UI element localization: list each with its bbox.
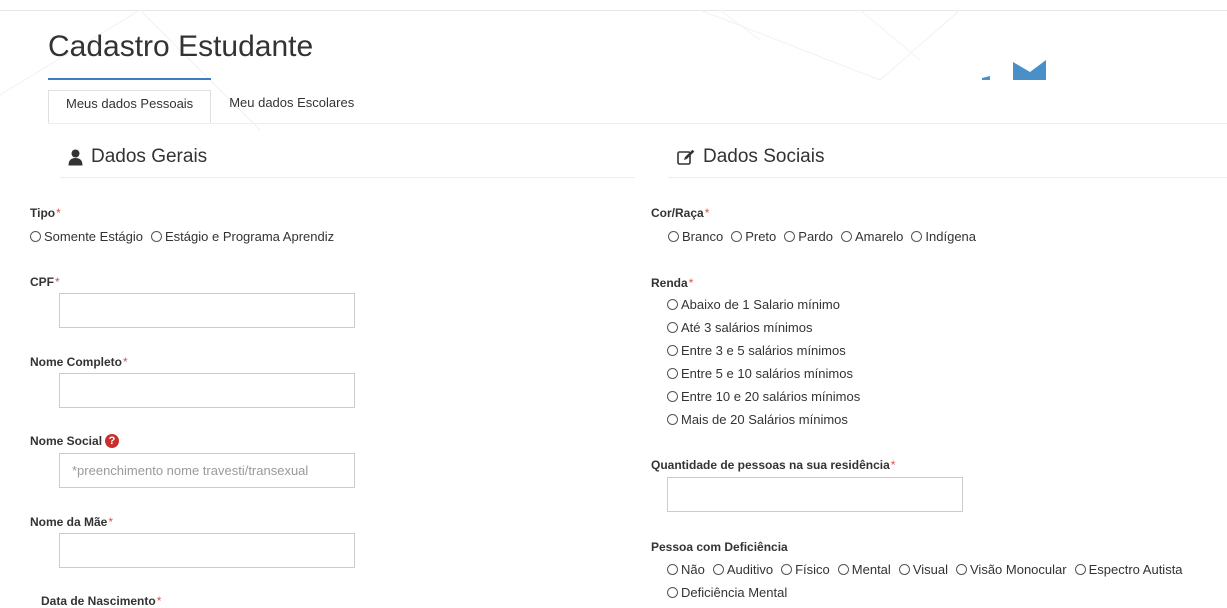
section-title: Dados Sociais: [703, 146, 825, 167]
radio-circle-icon[interactable]: [911, 231, 923, 242]
radio-fisico[interactable]: Físico: [781, 558, 830, 581]
radio-circle-icon[interactable]: [840, 231, 852, 242]
radio-circle-icon[interactable]: [667, 299, 678, 310]
radio-circle-icon[interactable]: [667, 587, 678, 598]
radio-visual[interactable]: Visual: [898, 558, 948, 581]
tabs-divider: [48, 123, 1227, 124]
qtd-pessoas-input[interactable]: [667, 477, 963, 512]
tab-meus-dados-pessoais[interactable]: Meus dados Pessoais: [48, 90, 212, 124]
nome-social-label: Nome Social?: [30, 434, 120, 448]
radio-estagio-programa-aprendiz[interactable]: Estágio e Programa Aprendiz: [151, 225, 334, 248]
radio-circle-icon[interactable]: [784, 231, 796, 242]
radio-circle-icon[interactable]: [712, 564, 724, 575]
top-rule: [0, 10, 1227, 11]
deficiencia-label: Pessoa com Deficiência: [651, 540, 788, 554]
cpf-input[interactable]: [59, 293, 355, 328]
radio-renda-option[interactable]: Entre 5 e 10 salários mínimos: [667, 362, 860, 385]
nome-completo-input[interactable]: [59, 373, 355, 408]
nome-completo-label: Nome Completo *: [30, 355, 128, 369]
radio-circle-icon[interactable]: [667, 414, 678, 425]
deficiencia-radio-group: Não Auditivo Físico Mental Visual Visão …: [667, 558, 1225, 604]
title-underline: [48, 78, 211, 80]
radio-circle-icon[interactable]: [837, 564, 849, 575]
radio-renda-option[interactable]: Entre 3 e 5 salários mínimos: [667, 339, 860, 362]
radio-circle-icon[interactable]: [956, 564, 967, 575]
radio-circle-icon[interactable]: [781, 564, 793, 575]
cpf-label: CPF *: [30, 275, 60, 289]
section-dados-sociais: Dados Sociais: [677, 146, 824, 168]
page-title: Cadastro Estudante: [48, 30, 314, 63]
radio-renda-option[interactable]: Até 3 salários mínimos: [667, 316, 860, 339]
cor-raca-radio-group: Branco Preto Pardo Amarelo Indígena: [668, 225, 984, 248]
radio-circle-icon[interactable]: [898, 564, 910, 575]
radio-pardo[interactable]: Pardo: [784, 225, 833, 248]
radio-circle-icon[interactable]: [30, 231, 41, 242]
radio-preto[interactable]: Preto: [731, 225, 776, 248]
radio-circle-icon[interactable]: [668, 231, 679, 242]
radio-auditivo[interactable]: Auditivo: [712, 558, 773, 581]
section-divider: [60, 177, 635, 178]
radio-renda-option[interactable]: Mais de 20 Salários mínimos: [667, 408, 860, 431]
nome-mae-label: Nome da Mãe *: [30, 515, 114, 529]
radio-nao[interactable]: Não: [667, 558, 705, 581]
radio-branco[interactable]: Branco: [668, 225, 723, 248]
question-circle-icon[interactable]: ?: [105, 434, 120, 448]
radio-circle-icon[interactable]: [731, 231, 743, 242]
radio-espectro-autista[interactable]: Espectro Autista: [1074, 558, 1183, 581]
radio-renda-option[interactable]: Abaixo de 1 Salario mínimo: [667, 293, 860, 316]
data-nascimento-label: Data de Nascimento*: [41, 594, 162, 608]
radio-circle-icon[interactable]: [1074, 564, 1086, 575]
nome-mae-input[interactable]: [59, 533, 355, 568]
radio-somente-estagio[interactable]: Somente Estágio: [30, 225, 143, 248]
radio-amarelo[interactable]: Amarelo: [840, 225, 903, 248]
radio-circle-icon[interactable]: [667, 564, 678, 575]
cor-raca-label: Cor/Raça *: [651, 206, 710, 220]
tipo-label: Tipo *: [30, 206, 61, 220]
tab-bar: Meus dados Pessoais Meu dados Escolares: [48, 90, 371, 124]
renda-radio-group: Abaixo de 1 Salario mínimo Até 3 salário…: [667, 293, 868, 431]
brand-logo: [982, 60, 1046, 80]
user-icon: [68, 149, 83, 165]
radio-visao-monocular[interactable]: Visão Monocular: [956, 558, 1067, 581]
radio-mental[interactable]: Mental: [837, 558, 891, 581]
radio-circle-icon[interactable]: [667, 391, 678, 402]
nome-social-input[interactable]: [59, 453, 355, 488]
radio-indigena[interactable]: Indígena: [911, 225, 976, 248]
qtd-pessoas-label: Quantidade de pessoas na sua residência *: [651, 458, 896, 472]
section-divider: [668, 177, 1227, 178]
section-title: Dados Gerais: [91, 146, 208, 167]
section-dados-gerais: Dados Gerais: [68, 146, 207, 168]
radio-renda-option[interactable]: Entre 10 e 20 salários mínimos: [667, 385, 860, 408]
radio-circle-icon[interactable]: [667, 368, 678, 379]
radio-circle-icon[interactable]: [151, 231, 163, 242]
tab-meu-dados-escolares[interactable]: Meu dados Escolares: [211, 90, 371, 124]
radio-circle-icon[interactable]: [667, 345, 678, 356]
renda-label: Renda *: [651, 276, 694, 290]
edit-icon: [677, 149, 695, 165]
radio-circle-icon[interactable]: [667, 322, 678, 333]
tipo-radio-group: Somente Estágio Estágio e Programa Apren…: [30, 225, 342, 248]
